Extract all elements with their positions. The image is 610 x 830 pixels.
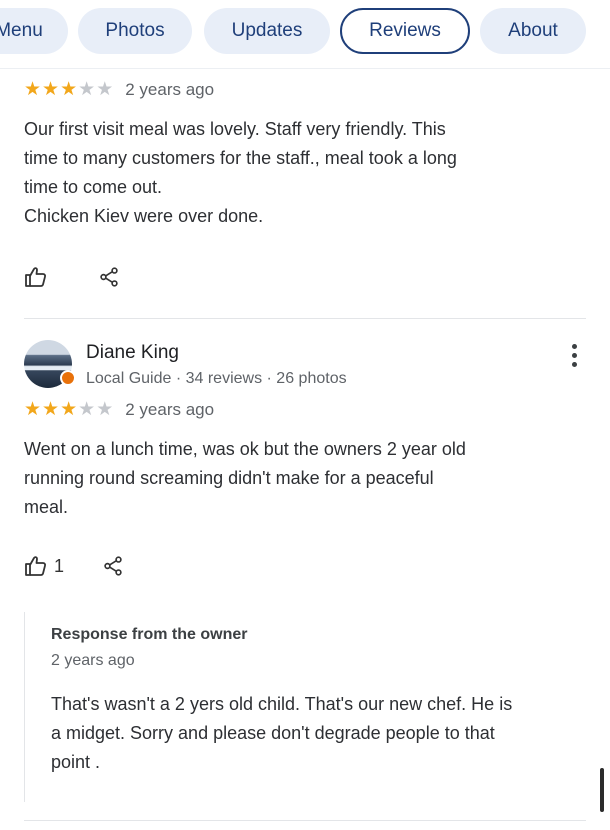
review-card: Diane King Local Guide · 34 reviews · 26… (24, 340, 584, 580)
tab-menu[interactable]: Menu (0, 8, 68, 54)
share-icon (98, 266, 120, 288)
review-text-line: time to many customers for the staff., m… (24, 148, 457, 168)
review-text: Went on a lunch time, was ok but the own… (24, 435, 584, 522)
share-button[interactable] (98, 266, 120, 288)
tab-photos[interactable]: Photos (78, 8, 192, 54)
review-actions: 1 (24, 552, 584, 580)
review-text-line: Chicken Kiev were over done. (24, 206, 264, 226)
reviewer-meta: Local Guide · 34 reviews · 26 photos (86, 370, 347, 387)
star-icon: ★ (60, 79, 78, 100)
response-text: That's wasn't a 2 yers old child. That's… (51, 690, 594, 777)
local-guide-badge-icon (60, 370, 76, 386)
review-card: ★ ★ ★ ★ ★ 2 years ago Our first visit me… (24, 78, 584, 291)
star-icon: ★ (42, 399, 60, 420)
tab-updates[interactable]: Updates (204, 8, 330, 54)
tab-bar: Menu Photos Updates Reviews About (0, 0, 610, 64)
reviewer-name[interactable]: Diane King (86, 342, 347, 364)
tab-divider (0, 68, 610, 69)
star-icon: ★ (78, 399, 96, 420)
response-title: Response from the owner (51, 626, 248, 643)
review-text-line: Our first visit meal was lovely. Staff v… (24, 119, 446, 139)
more-options-button[interactable] (570, 344, 578, 367)
rating-row: ★ ★ ★ ★ ★ 2 years ago (24, 398, 584, 421)
like-count: 1 (54, 555, 65, 576)
rating-row: ★ ★ ★ ★ ★ 2 years ago (24, 78, 584, 101)
star-icon: ★ (60, 399, 78, 420)
tab-reviews[interactable]: Reviews (340, 8, 470, 54)
star-icon: ★ (24, 79, 42, 100)
star-rating: ★ ★ ★ ★ ★ (24, 398, 113, 421)
star-icon: ★ (96, 79, 114, 100)
review-time: 2 years ago (125, 399, 215, 419)
thumbs-up-icon (24, 554, 48, 578)
review-text-line: running round screaming didn't make for … (24, 468, 434, 488)
star-icon: ★ (96, 399, 114, 420)
tab-about[interactable]: About (480, 8, 586, 54)
review-time: 2 years ago (125, 79, 215, 99)
star-icon: ★ (78, 79, 96, 100)
response-text-line: point . (51, 752, 101, 772)
share-button[interactable] (102, 555, 124, 577)
more-vert-icon (571, 362, 577, 367)
avatar[interactable] (24, 340, 76, 388)
review-text-line: meal. (24, 497, 69, 517)
review-text: Our first visit meal was lovely. Staff v… (24, 115, 584, 231)
more-vert-icon (571, 353, 577, 358)
star-icon: ★ (42, 79, 60, 100)
reviewer-header: Diane King Local Guide · 34 reviews · 26… (24, 340, 584, 388)
more-vert-icon (571, 344, 577, 349)
star-icon: ★ (24, 399, 42, 420)
response-time: 2 years ago (51, 652, 135, 669)
review-text-line: Went on a lunch time, was ok but the own… (24, 439, 466, 459)
review-actions (24, 263, 584, 291)
review-divider (24, 318, 586, 319)
share-icon (102, 555, 124, 577)
like-button[interactable] (24, 265, 54, 289)
thumbs-up-icon (24, 265, 48, 289)
star-rating: ★ ★ ★ ★ ★ (24, 78, 113, 101)
response-text-line: a midget. Sorry and please don't degrade… (51, 723, 495, 743)
review-divider (24, 820, 586, 821)
review-text-line: time to come out. (24, 177, 163, 197)
scrollbar[interactable] (600, 768, 604, 812)
response-text-line: That's wasn't a 2 yers old child. That's… (51, 694, 513, 714)
owner-response: Response from the owner 2 years ago That… (24, 612, 594, 802)
like-button[interactable]: 1 (24, 554, 64, 578)
